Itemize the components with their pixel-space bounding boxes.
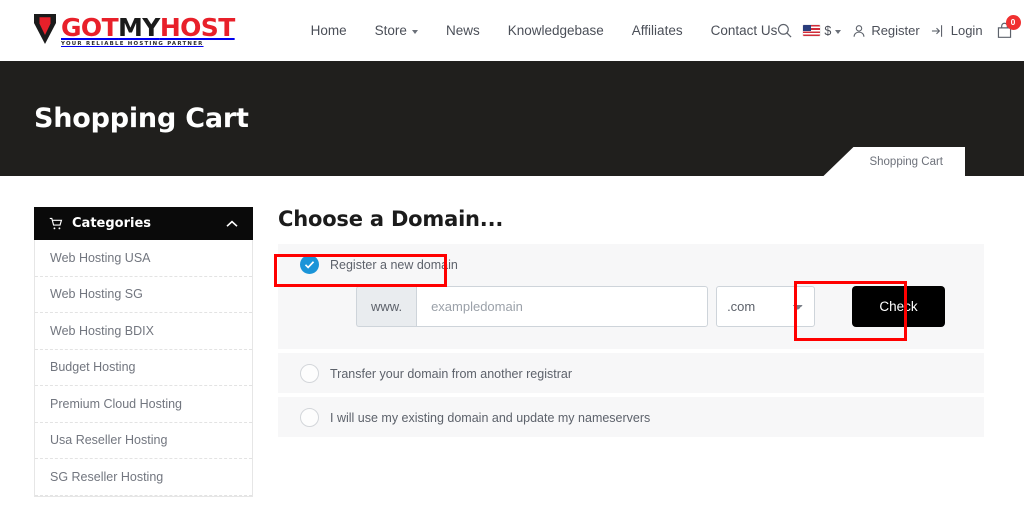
page-content: Categories Web Hosting USA Web Hosting S… (0, 176, 1024, 497)
option-label: Register a new domain (330, 258, 458, 272)
page-hero: Shopping Cart Shopping Cart (0, 61, 1024, 176)
login-arrow-icon (931, 24, 946, 38)
sidebar-item-web-hosting-bdix[interactable]: Web Hosting BDIX (35, 313, 252, 350)
option-transfer-domain[interactable]: Transfer your domain from another regist… (278, 353, 984, 393)
logo-tagline: YOUR RELIABLE HOSTING PARTNER (61, 41, 235, 47)
sidebar-item-label: Web Hosting SG (50, 287, 143, 301)
nav-label: Contact Us (711, 23, 778, 38)
radio-unselected-icon (300, 408, 319, 427)
nav-item-store[interactable]: Store (375, 23, 418, 38)
domain-search-row: www. .com .net .org .info .biz Check (278, 284, 984, 349)
cart-icon (49, 217, 63, 231)
register-link[interactable]: Register (852, 23, 919, 38)
logo-wordmark: GOTMYHOST (61, 15, 235, 40)
categories-header[interactable]: Categories (34, 207, 253, 240)
nav-item-home[interactable]: Home (311, 23, 347, 38)
sidebar-item-label: Usa Reseller Hosting (50, 433, 167, 447)
nav-item-knowledgebase[interactable]: Knowledgebase (508, 23, 604, 38)
check-icon (304, 259, 315, 270)
logo-host: HOST (160, 13, 235, 42)
cart-button[interactable]: 0 (996, 22, 1013, 39)
nav-item-contact-us[interactable]: Contact Us (711, 23, 778, 38)
sidebar-item-label: Budget Hosting (50, 360, 135, 374)
login-label: Login (951, 23, 983, 38)
sidebar-item-label: Web Hosting BDIX (50, 324, 154, 338)
logo-got: GOT (61, 13, 118, 42)
us-flag-icon (803, 25, 820, 36)
sidebar-item-web-hosting-sg[interactable]: Web Hosting SG (35, 277, 252, 314)
logo-mark-icon (34, 14, 56, 44)
option-existing-domain[interactable]: I will use my existing domain and update… (278, 397, 984, 437)
categories-label: Categories (72, 216, 151, 231)
check-button-zone: Check (852, 286, 945, 327)
site-logo[interactable]: GOTMYHOST YOUR RELIABLE HOSTING PARTNER (34, 14, 235, 48)
nav-label: Home (311, 23, 347, 38)
sidebar-item-budget-hosting[interactable]: Budget Hosting (35, 350, 252, 387)
chevron-down-icon (835, 30, 841, 34)
radio-unselected-icon (300, 364, 319, 383)
sidebar-item-web-hosting-usa[interactable]: Web Hosting USA (35, 240, 252, 277)
option-register-new-domain[interactable]: Register a new domain (278, 244, 984, 284)
logo-my: MY (118, 13, 160, 42)
nav-label: Store (375, 23, 407, 38)
section-heading: Choose a Domain... (278, 207, 984, 231)
user-icon (852, 24, 866, 38)
sidebar-item-sg-reseller-hosting[interactable]: SG Reseller Hosting (35, 459, 252, 496)
search-icon[interactable] (777, 23, 792, 38)
nav-item-news[interactable]: News (446, 23, 480, 38)
domain-input-group: www. (356, 286, 708, 327)
page-title: Shopping Cart (34, 103, 249, 134)
sidebar-item-usa-reseller-hosting[interactable]: Usa Reseller Hosting (35, 423, 252, 460)
breadcrumb-current: Shopping Cart (869, 156, 943, 168)
currency-selector[interactable]: $ (803, 24, 841, 38)
nav-label: Affiliates (632, 23, 683, 38)
sidebar-item-premium-cloud-hosting[interactable]: Premium Cloud Hosting (35, 386, 252, 423)
login-link[interactable]: Login (931, 23, 983, 38)
domain-chooser: Choose a Domain... Register a new domain… (278, 207, 984, 497)
option-label: Transfer your domain from another regist… (330, 367, 572, 381)
domain-name-input[interactable] (416, 286, 708, 327)
sidebar-item-label: SG Reseller Hosting (50, 470, 163, 484)
option-label: I will use my existing domain and update… (330, 411, 650, 425)
radio-selected-icon (300, 255, 319, 274)
nav-item-affiliates[interactable]: Affiliates (632, 23, 683, 38)
header-utilities: $ Register Login 0 (777, 22, 1012, 39)
categories-sidebar: Categories Web Hosting USA Web Hosting S… (34, 207, 253, 497)
page-root: GOTMYHOST YOUR RELIABLE HOSTING PARTNER … (0, 0, 1024, 515)
www-prefix-label: www. (356, 286, 416, 327)
sidebar-item-label: Web Hosting USA (50, 251, 151, 265)
transfer-domain-block: Transfer your domain from another regist… (278, 353, 984, 393)
sidebar-item-label: Premium Cloud Hosting (50, 397, 182, 411)
breadcrumb: Shopping Cart (823, 147, 965, 176)
cart-count-badge: 0 (1006, 15, 1021, 30)
site-header: GOTMYHOST YOUR RELIABLE HOSTING PARTNER … (0, 0, 1024, 61)
chevron-down-icon (412, 30, 418, 34)
tld-select[interactable]: .com .net .org .info .biz (716, 286, 815, 327)
chevron-up-icon (226, 220, 238, 228)
existing-domain-block: I will use my existing domain and update… (278, 397, 984, 437)
register-new-domain-block: Register a new domain www. .com .net .or… (278, 244, 984, 349)
main-navigation: Home Store News Knowledgebase Affiliates… (311, 23, 778, 38)
categories-list: Web Hosting USA Web Hosting SG Web Hosti… (34, 240, 253, 497)
nav-label: News (446, 23, 480, 38)
logo-text: GOTMYHOST YOUR RELIABLE HOSTING PARTNER (61, 14, 235, 47)
currency-value: $ (824, 24, 831, 38)
check-button[interactable]: Check (852, 286, 945, 327)
register-label: Register (871, 23, 919, 38)
nav-label: Knowledgebase (508, 23, 604, 38)
